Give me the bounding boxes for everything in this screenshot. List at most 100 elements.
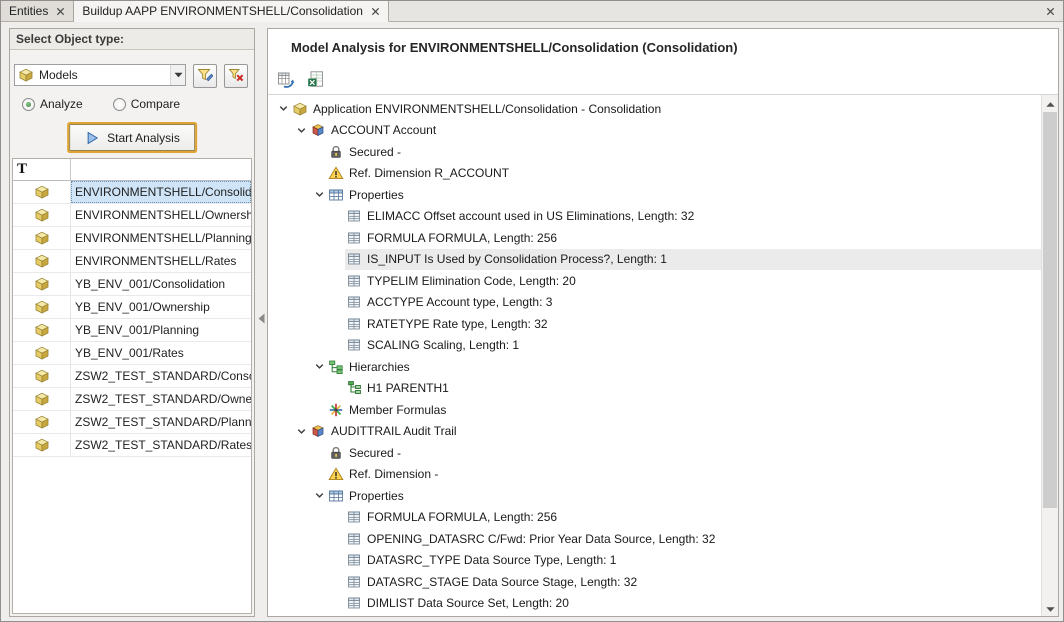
chevron-down-icon[interactable]	[294, 424, 309, 439]
tree-item-content[interactable]: Secured -	[327, 141, 1041, 163]
model-list-item[interactable]: YB_ENV_001/Planning	[13, 319, 251, 342]
model-name-cell[interactable]: YB_ENV_001/Consolidation	[71, 273, 251, 295]
model-list-item[interactable]: ZSW2_TEST_STANDARD/Owners...	[13, 388, 251, 411]
tree-item-content[interactable]: Application ENVIRONMENTSHELL/Consolidati…	[291, 98, 1041, 120]
tree-item-content[interactable]: Properties	[327, 485, 1041, 507]
tree-item-content[interactable]: Hierarchies	[327, 356, 1041, 378]
tree-item-content[interactable]: OPENING_DATASRC C/Fwd: Prior Year Data S…	[345, 528, 1041, 550]
name-column-header[interactable]	[71, 159, 251, 180]
model-name-cell[interactable]: ENVIRONMENTSHELL/Consolidation	[71, 181, 251, 203]
tree-item[interactable]: Member Formulas	[268, 399, 1041, 421]
model-list-item[interactable]: ZSW2_TEST_STANDARD/Rates	[13, 434, 251, 457]
model-list-item[interactable]: ENVIRONMENTSHELL/Ownership	[13, 204, 251, 227]
scrollbar-thumb[interactable]	[1043, 112, 1057, 508]
tree-item-content[interactable]: DATASRC_TYPE Data Source Type, Length: 1	[345, 550, 1041, 572]
chevron-down-icon[interactable]	[294, 123, 309, 138]
model-name-cell[interactable]: YB_ENV_001/Ownership	[71, 296, 251, 318]
panel-splitter[interactable]	[256, 311, 266, 329]
model-list-item[interactable]: ENVIRONMENTSHELL/Consolidation	[13, 181, 251, 204]
tree-item[interactable]: ACCTYPE Account type, Length: 3	[268, 292, 1041, 314]
tree-item[interactable]: DATASRC_TYPE Data Source Type, Length: 1	[268, 550, 1041, 572]
chevron-down-icon[interactable]	[170, 65, 185, 85]
model-name-cell[interactable]: ZSW2_TEST_STANDARD/Consoli...	[71, 365, 251, 387]
close-tab-group-button[interactable]	[1043, 4, 1058, 19]
model-list-item[interactable]: ENVIRONMENTSHELL/Rates	[13, 250, 251, 273]
tree-item[interactable]: ELIMACC Offset account used in US Elimin…	[268, 206, 1041, 228]
tree-item-content[interactable]: ACCTYPE Account type, Length: 3	[345, 292, 1041, 314]
tree-item[interactable]: DATASRC_STAGE Data Source Stage, Length:…	[268, 571, 1041, 593]
tree-item-content[interactable]: Properties	[327, 184, 1041, 206]
model-list-item[interactable]: YB_ENV_001/Rates	[13, 342, 251, 365]
model-list-item[interactable]: ZSW2_TEST_STANDARD/Planning	[13, 411, 251, 434]
tree-item-content[interactable]: RATETYPE Rate type, Length: 32	[345, 313, 1041, 335]
tree-item[interactable]: Secured -	[268, 442, 1041, 464]
tab-entities[interactable]: Entities	[1, 1, 74, 21]
tree-item[interactable]: Secured -	[268, 141, 1041, 163]
tree-item-content[interactable]: ELIMACC Offset account used in US Elimin…	[345, 206, 1041, 228]
tree-item[interactable]: FORMULA FORMULA, Length: 256	[268, 507, 1041, 529]
tree-item[interactable]: Hierarchies	[268, 356, 1041, 378]
radio-unchecked-icon[interactable]	[113, 98, 126, 111]
chevron-down-icon[interactable]	[312, 488, 327, 503]
tree-item[interactable]: SCALING Scaling, Length: 1	[268, 335, 1041, 357]
model-name-cell[interactable]: ZSW2_TEST_STANDARD/Rates	[71, 434, 251, 456]
model-list-item[interactable]: YB_ENV_001/Ownership	[13, 296, 251, 319]
chevron-down-icon[interactable]	[312, 359, 327, 374]
tree-item-content[interactable]: FORMULA FORMULA, Length: 256	[345, 507, 1041, 529]
tree-item[interactable]: DIMLIST Data Source Set, Length: 20	[268, 593, 1041, 615]
vertical-scrollbar[interactable]	[1041, 95, 1058, 616]
tree-item[interactable]: ACCOUNT Account	[268, 120, 1041, 142]
model-list-item[interactable]: YB_ENV_001/Consolidation	[13, 273, 251, 296]
tree-item-content[interactable]: DIMLIST Data Source Set, Length: 20	[345, 593, 1041, 615]
tree-item-content[interactable]: IS_INPUT Is Used by Consolidation Proces…	[345, 249, 1041, 271]
tree-item-content[interactable]: H1 PARENTH1	[345, 378, 1041, 400]
model-name-cell[interactable]: ENVIRONMENTSHELL/Rates	[71, 250, 251, 272]
mode-radio-compare[interactable]: Compare	[113, 97, 180, 111]
tree-item[interactable]: RATETYPE Rate type, Length: 32	[268, 313, 1041, 335]
tree-item-content[interactable]: Member Formulas	[327, 399, 1041, 421]
tree-item[interactable]: H1 PARENTH1	[268, 378, 1041, 400]
text-column-header[interactable]: T	[13, 159, 71, 180]
model-name-cell[interactable]: ENVIRONMENTSHELL/Planning	[71, 227, 251, 249]
tree-item[interactable]: AUDITTRAIL Audit Trail	[268, 421, 1041, 443]
tree-item-content[interactable]: FORMULA FORMULA, Length: 256	[345, 227, 1041, 249]
start-analysis-button[interactable]: Start Analysis	[69, 124, 195, 151]
chevron-down-icon[interactable]	[312, 187, 327, 202]
tree-item-content[interactable]: DATASRC_STAGE Data Source Stage, Length:…	[345, 571, 1041, 593]
tree-item[interactable]: Ref. Dimension -	[268, 464, 1041, 486]
clear-filter-button[interactable]	[224, 64, 248, 88]
export-to-excel-button[interactable]	[303, 66, 329, 92]
tree-item[interactable]: Properties	[268, 184, 1041, 206]
model-name-cell[interactable]: YB_ENV_001/Planning	[71, 319, 251, 341]
object-type-select[interactable]: Models	[14, 64, 186, 86]
close-icon[interactable]	[56, 7, 65, 16]
model-name-cell[interactable]: ZSW2_TEST_STANDARD/Owners...	[71, 388, 251, 410]
tree-item-content[interactable]: Secured -	[327, 442, 1041, 464]
close-icon[interactable]	[371, 7, 380, 16]
tree-item-content[interactable]: SCALING Scaling, Length: 1	[345, 335, 1041, 357]
tree-item[interactable]: Ref. Dimension R_ACCOUNT	[268, 163, 1041, 185]
radio-checked-icon[interactable]	[22, 98, 35, 111]
tree-item[interactable]: Properties	[268, 485, 1041, 507]
scroll-down-button[interactable]	[1042, 600, 1058, 616]
model-list-item[interactable]: ZSW2_TEST_STANDARD/Consoli...	[13, 365, 251, 388]
chevron-down-icon[interactable]	[276, 101, 291, 116]
model-list-item[interactable]: ENVIRONMENTSHELL/Planning	[13, 227, 251, 250]
scroll-up-button[interactable]	[1042, 95, 1058, 111]
edit-filter-button[interactable]	[193, 64, 217, 88]
model-name-cell[interactable]: ENVIRONMENTSHELL/Ownership	[71, 204, 251, 226]
tree-item-content[interactable]: ACCOUNT Account	[309, 120, 1041, 142]
tree-item[interactable]: OPENING_DATASRC C/Fwd: Prior Year Data S…	[268, 528, 1041, 550]
export-results-button[interactable]	[273, 66, 299, 92]
tree-item[interactable]: IS_INPUT Is Used by Consolidation Proces…	[268, 249, 1041, 271]
tree-item[interactable]: FORMULA FORMULA, Length: 256	[268, 227, 1041, 249]
model-name-cell[interactable]: ZSW2_TEST_STANDARD/Planning	[71, 411, 251, 433]
tree-item-content[interactable]: AUDITTRAIL Audit Trail	[309, 421, 1041, 443]
tree-item-content[interactable]: Ref. Dimension R_ACCOUNT	[327, 163, 1041, 185]
model-name-cell[interactable]: YB_ENV_001/Rates	[71, 342, 251, 364]
tree-item-content[interactable]: Ref. Dimension -	[327, 464, 1041, 486]
tab-buildup-aapp-environmentshell-consolidat[interactable]: Buildup AAPP ENVIRONMENTSHELL/Consolidat…	[74, 1, 389, 22]
tree-item[interactable]: TYPELIM Elimination Code, Length: 20	[268, 270, 1041, 292]
mode-radio-analyze[interactable]: Analyze	[22, 97, 83, 111]
tree-item-content[interactable]: TYPELIM Elimination Code, Length: 20	[345, 270, 1041, 292]
